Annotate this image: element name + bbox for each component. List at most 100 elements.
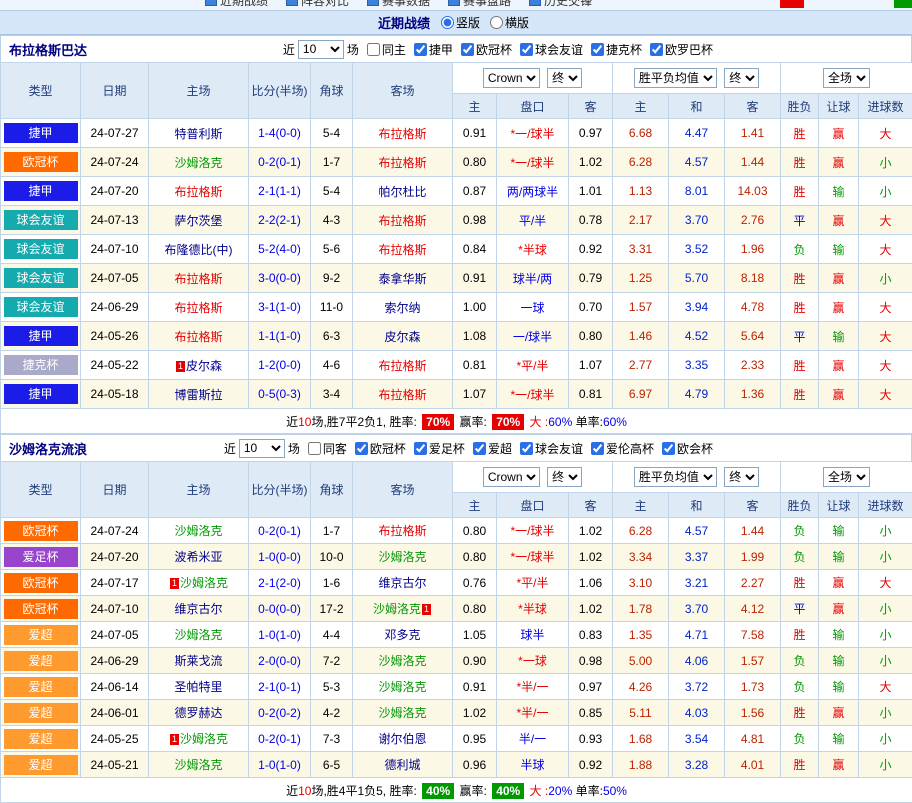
score-link[interactable]: 0-2(0-1) (258, 155, 301, 169)
home-team-link[interactable]: 布拉格斯 (174, 185, 222, 199)
home-team-link[interactable]: 德罗赫达 (174, 706, 222, 720)
score-link[interactable]: 2-0(0-0) (258, 654, 301, 668)
filter-league[interactable]: 爱足杯 (414, 440, 465, 457)
score-link[interactable]: 1-4(0-0) (258, 126, 301, 140)
filter-league[interactable]: 捷甲 (414, 41, 453, 58)
filter-league-checkbox[interactable] (461, 43, 474, 56)
away-team-link[interactable]: 泰拿华斯 (378, 272, 426, 286)
score-link[interactable]: 3-1(1-0) (258, 300, 301, 314)
filter-league[interactable]: 欧罗巴杯 (650, 41, 713, 58)
away-team-link[interactable]: 沙姆洛克 (378, 550, 426, 564)
away-team-link[interactable]: 沙姆洛克 (378, 680, 426, 694)
away-team-link[interactable]: 帕尔杜比 (378, 185, 426, 199)
filter-league-checkbox[interactable] (662, 442, 675, 455)
bookmaker-select[interactable]: Crown (483, 467, 540, 487)
filter-league[interactable]: 欧会杯 (662, 440, 713, 457)
score-link[interactable]: 5-2(4-0) (258, 242, 301, 256)
score-link[interactable]: 0-0(0-0) (258, 602, 301, 616)
score-link[interactable]: 1-0(0-0) (258, 550, 301, 564)
away-team-link[interactable]: 谢尔伯恩 (378, 732, 426, 746)
home-team-link[interactable]: 布拉格斯 (174, 330, 222, 344)
top-nav-item[interactable]: 赛事数据 (367, 0, 430, 9)
away-team-link[interactable]: 布拉格斯 (378, 388, 426, 402)
away-team-link[interactable]: 维京古尔 (378, 576, 426, 590)
filter-league-checkbox[interactable] (414, 43, 427, 56)
away-team-link[interactable]: 沙姆洛克 (378, 706, 426, 720)
bookmaker-select[interactable]: Crown (483, 68, 540, 88)
filter-league[interactable]: 欧冠杯 (355, 440, 406, 457)
layout-option-horizontal[interactable]: 横版 (490, 14, 529, 31)
home-team-link[interactable]: 维京古尔 (174, 602, 222, 616)
score-link[interactable]: 2-1(2-0) (258, 576, 301, 590)
away-team-link[interactable]: 皮尔森 (384, 330, 420, 344)
away-team-link[interactable]: 布拉格斯 (378, 524, 426, 538)
away-team-link[interactable]: 布拉格斯 (378, 214, 426, 228)
home-team-link[interactable]: 沙姆洛克 (174, 156, 222, 170)
home-team-link[interactable]: 沙姆洛克 (180, 732, 228, 746)
odds-stage-select[interactable]: 终 (547, 467, 582, 487)
filter-league-checkbox[interactable] (650, 43, 663, 56)
layout-option-vertical[interactable]: 竖版 (441, 14, 480, 31)
score-link[interactable]: 1-0(1-0) (258, 758, 301, 772)
away-team-link[interactable]: 沙姆洛克 (378, 654, 426, 668)
away-team-link[interactable]: 索尔纳 (384, 301, 420, 315)
euro-stage-select[interactable]: 终 (724, 467, 759, 487)
home-team-link[interactable]: 沙姆洛克 (180, 576, 228, 590)
filter-league[interactable]: 欧冠杯 (461, 41, 512, 58)
filter-league[interactable]: 球会友谊 (520, 41, 583, 58)
scope-select[interactable]: 全场 (823, 467, 870, 487)
euro-avg-select[interactable]: 胜平负均值 (634, 68, 717, 88)
match-count-select[interactable]: 10 (239, 439, 285, 458)
score-link[interactable]: 1-1(1-0) (258, 329, 301, 343)
top-nav-item[interactable]: 近期战绩 (205, 0, 268, 9)
scope-select[interactable]: 全场 (823, 68, 870, 88)
score-link[interactable]: 3-0(0-0) (258, 271, 301, 285)
away-team-link[interactable]: 邓多克 (384, 628, 420, 642)
score-link[interactable]: 1-0(1-0) (258, 628, 301, 642)
vertical-radio[interactable] (441, 16, 454, 29)
home-team-link[interactable]: 圣帕特里 (174, 680, 222, 694)
home-team-link[interactable]: 特普利斯 (174, 127, 222, 141)
home-team-link[interactable]: 沙姆洛克 (174, 758, 222, 772)
score-link[interactable]: 0-2(0-1) (258, 524, 301, 538)
home-team-link[interactable]: 皮尔森 (186, 359, 222, 373)
filter-same-venue-checkbox[interactable] (367, 43, 380, 56)
home-team-link[interactable]: 布拉格斯 (174, 301, 222, 315)
filter-same-venue[interactable]: 同主 (367, 41, 406, 58)
home-team-link[interactable]: 波希米亚 (174, 550, 222, 564)
home-team-link[interactable]: 布隆德比(中) (165, 243, 233, 257)
away-team-link[interactable]: 布拉格斯 (378, 243, 426, 257)
filter-league[interactable]: 爱超 (473, 440, 512, 457)
home-team-link[interactable]: 布拉格斯 (174, 272, 222, 286)
away-team-link[interactable]: 德利城 (384, 758, 420, 772)
filter-league-checkbox[interactable] (355, 442, 368, 455)
away-team-link[interactable]: 沙姆洛克 (373, 602, 421, 616)
filter-same-venue-checkbox[interactable] (308, 442, 321, 455)
filter-league[interactable]: 爱伦高杯 (591, 440, 654, 457)
filter-league-checkbox[interactable] (591, 442, 604, 455)
filter-league[interactable]: 捷克杯 (591, 41, 642, 58)
filter-same-venue[interactable]: 同客 (308, 440, 347, 457)
odds-stage-select[interactable]: 终 (547, 68, 582, 88)
filter-league[interactable]: 球会友谊 (520, 440, 583, 457)
match-count-select[interactable]: 10 (298, 40, 344, 59)
top-nav-item[interactable]: 赛事盘路 (448, 0, 511, 9)
horizontal-radio[interactable] (490, 16, 503, 29)
score-link[interactable]: 2-1(0-1) (258, 680, 301, 694)
score-link[interactable]: 1-2(0-0) (258, 358, 301, 372)
home-team-link[interactable]: 斯莱戈流 (174, 654, 222, 668)
top-nav-item[interactable]: 历史交锋 (529, 0, 592, 9)
euro-avg-select[interactable]: 胜平负均值 (634, 467, 717, 487)
away-team-link[interactable]: 布拉格斯 (378, 127, 426, 141)
score-link[interactable]: 0-2(0-2) (258, 706, 301, 720)
euro-stage-select[interactable]: 终 (724, 68, 759, 88)
score-link[interactable]: 2-2(2-1) (258, 213, 301, 227)
filter-league-checkbox[interactable] (414, 442, 427, 455)
filter-league-checkbox[interactable] (473, 442, 486, 455)
top-nav-item[interactable]: 阵容对比 (286, 0, 349, 9)
away-team-link[interactable]: 布拉格斯 (378, 359, 426, 373)
filter-league-checkbox[interactable] (520, 43, 533, 56)
away-team-link[interactable]: 布拉格斯 (378, 156, 426, 170)
score-link[interactable]: 0-5(0-3) (258, 387, 301, 401)
home-team-link[interactable]: 沙姆洛克 (174, 524, 222, 538)
